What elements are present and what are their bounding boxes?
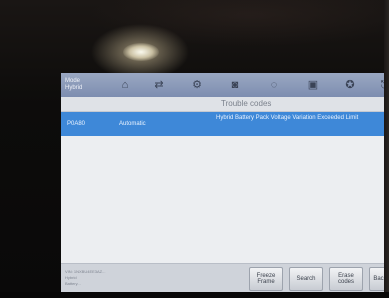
vehicle-info-line: VIN: 1NXBU4EE3AZ... xyxy=(65,269,106,274)
page-header: Trouble codes xyxy=(61,97,389,112)
table-row[interactable]: P0A80 Automatic Hybrid Battery Pack Volt… xyxy=(61,112,389,136)
device-frame-bottom xyxy=(0,292,389,298)
home-icon[interactable]: ⌂ xyxy=(119,79,131,91)
help-icon[interactable]: ✪ xyxy=(344,79,356,91)
vehicle-info-line: Battery... xyxy=(65,281,81,286)
light-glare xyxy=(123,43,159,61)
dtc-status: Automatic xyxy=(119,121,146,127)
car-icon[interactable]: ◙ xyxy=(229,79,241,91)
vehicle-info-line: Hybrid xyxy=(65,275,77,280)
print-icon[interactable]: ▣ xyxy=(307,79,319,91)
top-toolbar: Mode Hybrid ⌂ ⇄ ⚙ ◙ ◌ ▣ ✪ ⎋ xyxy=(61,73,389,97)
erase-codes-button[interactable]: Erase codes xyxy=(329,267,363,291)
gear-icon[interactable]: ⚙ xyxy=(191,79,203,91)
codes-list xyxy=(61,136,389,263)
info-icon[interactable]: ◌ xyxy=(268,79,280,91)
search-button[interactable]: Search xyxy=(289,267,323,291)
page-title: Trouble codes xyxy=(221,99,272,108)
swap-icon[interactable]: ⇄ xyxy=(153,79,165,91)
dtc-code: P0A80 xyxy=(67,121,86,127)
dtc-description: Hybrid Battery Pack Voltage Variation Ex… xyxy=(216,115,359,121)
mode-label[interactable]: Mode Hybrid xyxy=(65,78,82,91)
freeze-frame-button[interactable]: Freeze Frame xyxy=(249,267,283,291)
diagnostic-screen: Mode Hybrid ⌂ ⇄ ⚙ ◙ ◌ ▣ ✪ ⎋ Trouble code… xyxy=(61,73,389,293)
device-frame-edge xyxy=(384,0,389,298)
